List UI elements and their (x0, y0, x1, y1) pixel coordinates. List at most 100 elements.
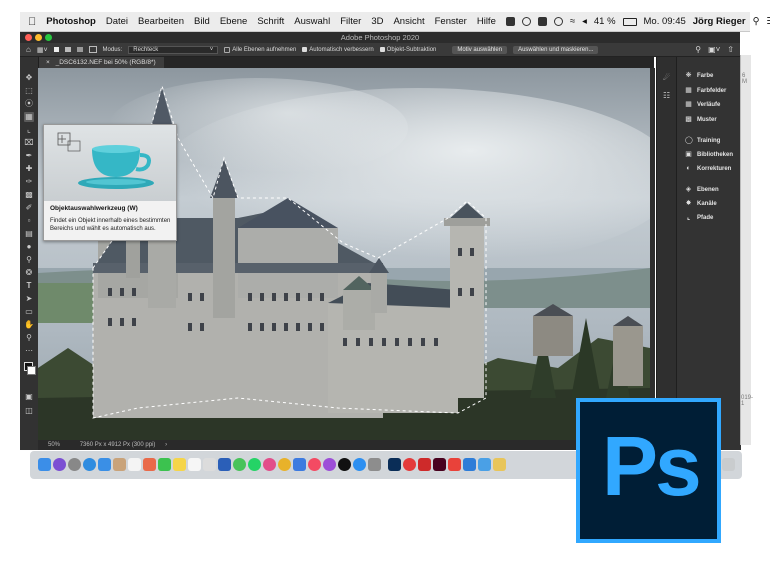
workspace-icon[interactable]: ▣˅ (708, 45, 720, 54)
menu-schrift[interactable]: Schrift (257, 16, 284, 27)
panel-ebenen[interactable]: ◈ Ebenen (685, 186, 719, 193)
zoom-window-button[interactable] (45, 34, 52, 41)
new-selection-icon[interactable] (53, 47, 59, 52)
volume-icon[interactable]: ◂ (582, 16, 587, 27)
marquee-tool-icon[interactable]: ⬚ (24, 86, 34, 96)
reminders-icon[interactable] (188, 458, 201, 471)
select-subject-button[interactable]: Motiv auswählen (452, 45, 508, 54)
home-icon[interactable]: ⌂ (26, 45, 31, 54)
tab-close-icon[interactable]: × (46, 59, 50, 66)
color-swatches-icon[interactable] (24, 362, 36, 376)
panel-farbfelder[interactable]: ▦ Farbfelder (685, 87, 726, 94)
clone-stamp-tool-icon[interactable]: ▩ (24, 190, 34, 200)
wifi-icon[interactable]: ≈ (570, 16, 575, 27)
apple-tv-icon[interactable] (338, 458, 351, 471)
word-icon[interactable] (218, 458, 231, 471)
close-window-button[interactable] (25, 34, 32, 41)
spotlight-search-icon[interactable]: ⚲ (753, 16, 760, 27)
menu-ebene[interactable]: Ebene (220, 16, 247, 27)
pen-tool-icon[interactable]: ❂ (24, 268, 34, 278)
siri-icon[interactable] (53, 458, 66, 471)
contacts-icon[interactable] (113, 458, 126, 471)
history-panel-icon[interactable]: ☄ (663, 73, 670, 82)
safari-icon[interactable] (83, 458, 96, 471)
intersect-selection-icon[interactable] (88, 46, 97, 53)
vertical-scrollbar[interactable] (650, 68, 655, 440)
menu-filter[interactable]: Filter (340, 16, 361, 27)
panel-farbe[interactable]: ❋ Farbe (685, 72, 714, 79)
screen-mode-icon[interactable]: ◫ (24, 406, 34, 416)
eraser-tool-icon[interactable]: ▫ (24, 216, 34, 226)
tray-record-icon[interactable] (521, 17, 531, 26)
select-and-mask-button[interactable]: Auswählen und maskieren... (513, 45, 599, 54)
panel-verlaeufe[interactable]: ▦ Verläufe (685, 101, 720, 108)
search-icon[interactable]: ⚲ (695, 45, 701, 54)
object-subtract-checkbox[interactable]: Objekt-Subtraktion (379, 47, 436, 53)
panel-pfade[interactable]: ⌞ Pfade (685, 214, 713, 221)
panel-training[interactable]: ◯ Training (685, 137, 720, 144)
skype-icon[interactable] (403, 458, 416, 471)
photo-app-icon[interactable] (263, 458, 276, 471)
more-tools-icon[interactable]: ⋯ (24, 346, 34, 356)
menu-photoshop[interactable]: Photoshop (46, 16, 96, 27)
background-window[interactable]: 6 M 019-1 (740, 55, 753, 445)
news-icon[interactable] (448, 458, 461, 471)
menu-bild[interactable]: Bild (194, 16, 210, 27)
launchpad-icon[interactable] (68, 458, 81, 471)
menu-datei[interactable]: Datei (106, 16, 128, 27)
facetime-icon[interactable] (158, 458, 171, 471)
folder-icon[interactable] (478, 458, 491, 471)
tray-dropbox-icon[interactable] (537, 17, 547, 26)
panel-bibliotheken[interactable]: ▣ Bibliotheken (685, 151, 733, 158)
frame-tool-icon[interactable]: ⌧ (24, 138, 34, 148)
quick-mask-icon[interactable]: ▣ (24, 392, 34, 402)
tray-time-machine-icon[interactable] (553, 17, 563, 26)
control-center-icon[interactable]: ☷ (767, 16, 770, 27)
menu-bearbeiten[interactable]: Bearbeiten (138, 16, 184, 27)
trash-icon[interactable] (722, 458, 735, 471)
notes-icon[interactable] (173, 458, 186, 471)
tray-app-icon[interactable] (505, 17, 515, 26)
panel-korrekturen[interactable]: ◐ Korrekturen (685, 165, 731, 172)
add-to-selection-icon[interactable] (64, 47, 71, 52)
properties-panel-icon[interactable]: ☷ (663, 91, 670, 100)
photo-folder-icon[interactable] (493, 458, 506, 471)
podcasts-icon[interactable] (323, 458, 336, 471)
system-preferences-icon[interactable] (368, 458, 381, 471)
menu-fenster[interactable]: Fenster (435, 16, 467, 27)
lasso-tool-icon[interactable]: ⦿ (24, 99, 34, 109)
blur-tool-icon[interactable]: ● (24, 242, 34, 252)
move-tool-icon[interactable]: ✥ (24, 73, 34, 83)
minimize-window-button[interactable] (35, 34, 42, 41)
clock[interactable]: Mo. 09:45 (644, 16, 686, 27)
user-name[interactable]: Jörg Rieger (693, 16, 746, 27)
brush-tool-icon[interactable]: ✑ (24, 177, 34, 187)
status-arrow-icon[interactable]: › (165, 442, 167, 448)
share-icon[interactable]: ⇧ (727, 45, 734, 54)
indesign-icon[interactable] (433, 458, 446, 471)
finder-icon[interactable] (38, 458, 51, 471)
subtract-selection-icon[interactable] (76, 47, 83, 52)
battery-icon[interactable] (622, 17, 637, 26)
apple-menu-icon[interactable]:  (28, 16, 36, 28)
photos-icon[interactable] (143, 458, 156, 471)
panel-kanaele[interactable]: ✸ Kanäle (685, 200, 717, 207)
hand-tool-icon[interactable]: ✋ (24, 320, 34, 330)
calendar-icon[interactable] (128, 458, 141, 471)
object-selection-tool-icon[interactable]: ▦ (24, 112, 34, 122)
menu-ansicht[interactable]: Ansicht (393, 16, 424, 27)
sample-all-layers-checkbox[interactable]: Alle Ebenen aufnehmen (224, 46, 296, 53)
acrobat-icon[interactable] (418, 458, 431, 471)
menu-auswahl[interactable]: Auswahl (294, 16, 330, 27)
document-tab[interactable]: × _DSC6132.NEF bei 50% (RGB/8*) (38, 57, 164, 68)
healing-brush-tool-icon[interactable]: ✚ (24, 164, 34, 174)
app-store-blue-icon[interactable] (293, 458, 306, 471)
type-tool-icon[interactable]: T (24, 281, 34, 291)
lightroom-icon[interactable] (388, 458, 401, 471)
whatsapp-icon[interactable] (248, 458, 261, 471)
mail-icon[interactable] (98, 458, 111, 471)
zoom-tool-icon[interactable]: ⚲ (24, 333, 34, 343)
history-brush-tool-icon[interactable]: ✐ (24, 203, 34, 213)
panel-muster[interactable]: ▩ Muster (685, 116, 716, 123)
eyedropper-tool-icon[interactable]: ✒ (24, 151, 34, 161)
